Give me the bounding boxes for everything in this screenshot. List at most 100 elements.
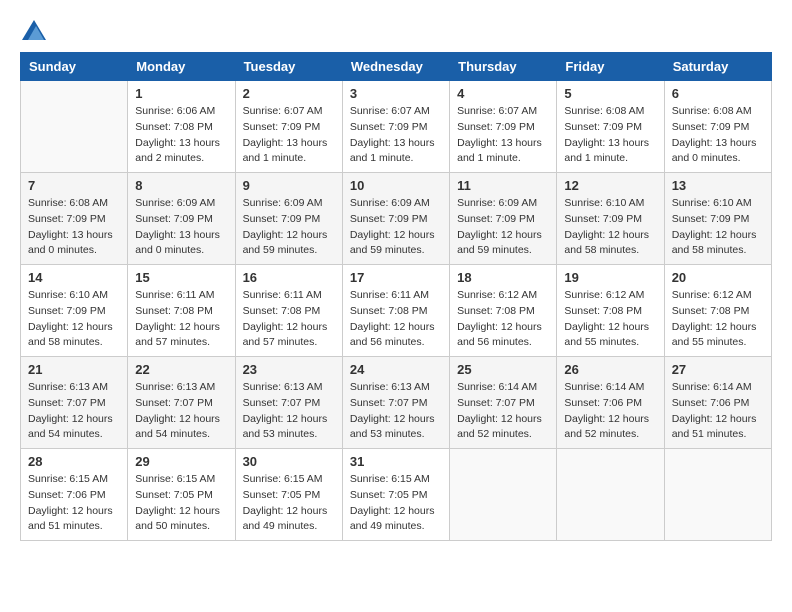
- calendar-day-cell: 9 Sunrise: 6:09 AMSunset: 7:09 PMDaylight…: [235, 173, 342, 265]
- day-info: Sunrise: 6:11 AMSunset: 7:08 PMDaylight:…: [135, 288, 227, 351]
- calendar-day-cell: 11Sunrise: 6:09 AMSunset: 7:09 PMDayligh…: [450, 173, 557, 265]
- calendar-day-cell: 26 Sunrise: 6:14 AMSunset: 7:06 PMDayligh…: [557, 357, 664, 449]
- day-info: Sunrise: 6:11 AMSunset: 7:08 PMDaylight:…: [350, 288, 442, 351]
- day-info: Sunrise: 6:12 AMSunset: 7:08 PMDaylight:…: [672, 288, 764, 351]
- day-number: 17: [350, 270, 442, 285]
- day-info: Sunrise: 6:06 AMSunset: 7:08 PMDaylight:…: [135, 104, 227, 167]
- day-info: Sunrise: 6:13 AMSunset: 7:07 PMDaylight:…: [350, 380, 442, 443]
- day-number: 1: [135, 86, 227, 101]
- calendar-day-cell: 23 Sunrise: 6:13 AMSunset: 7:07 PMDayligh…: [235, 357, 342, 449]
- calendar-day-cell: [21, 81, 128, 173]
- day-info: Sunrise: 6:11 AMSunset: 7:08 PMDaylight:…: [243, 288, 335, 351]
- calendar-day-cell: [450, 449, 557, 541]
- day-number: 29: [135, 454, 227, 469]
- calendar-day-cell: 13 Sunrise: 6:10 AMSunset: 7:09 PMDayligh…: [664, 173, 771, 265]
- day-number: 30: [243, 454, 335, 469]
- calendar-day-cell: 22Sunrise: 6:13 AMSunset: 7:07 PMDayligh…: [128, 357, 235, 449]
- day-of-week-header: Monday: [128, 53, 235, 81]
- calendar-week-row: 7Sunrise: 6:08 AMSunset: 7:09 PMDaylight…: [21, 173, 772, 265]
- day-number: 12: [564, 178, 656, 193]
- day-number: 3: [350, 86, 442, 101]
- day-number: 26: [564, 362, 656, 377]
- day-info: Sunrise: 6:09 AMSunset: 7:09 PMDaylight:…: [457, 196, 549, 259]
- calendar-day-cell: [557, 449, 664, 541]
- day-info: Sunrise: 6:14 AMSunset: 7:06 PMDaylight:…: [564, 380, 656, 443]
- day-info: Sunrise: 6:15 AMSunset: 7:05 PMDaylight:…: [135, 472, 227, 535]
- day-number: 8: [135, 178, 227, 193]
- day-of-week-header: Wednesday: [342, 53, 449, 81]
- day-info: Sunrise: 6:14 AMSunset: 7:07 PMDaylight:…: [457, 380, 549, 443]
- calendar-day-cell: 17 Sunrise: 6:11 AMSunset: 7:08 PMDayligh…: [342, 265, 449, 357]
- calendar-week-row: 14 Sunrise: 6:10 AMSunset: 7:09 PMDayligh…: [21, 265, 772, 357]
- day-number: 23: [243, 362, 335, 377]
- day-info: Sunrise: 6:15 AMSunset: 7:05 PMDaylight:…: [243, 472, 335, 535]
- day-info: Sunrise: 6:15 AMSunset: 7:05 PMDaylight:…: [350, 472, 442, 535]
- day-of-week-header: Thursday: [450, 53, 557, 81]
- calendar-day-cell: 7Sunrise: 6:08 AMSunset: 7:09 PMDaylight…: [21, 173, 128, 265]
- day-number: 13: [672, 178, 764, 193]
- day-info: Sunrise: 6:09 AMSunset: 7:09 PMDaylight:…: [135, 196, 227, 259]
- day-number: 21: [28, 362, 120, 377]
- calendar-day-cell: 25 Sunrise: 6:14 AMSunset: 7:07 PMDayligh…: [450, 357, 557, 449]
- day-number: 14: [28, 270, 120, 285]
- day-info: Sunrise: 6:10 AMSunset: 7:09 PMDaylight:…: [672, 196, 764, 259]
- calendar-day-cell: 5Sunrise: 6:08 AMSunset: 7:09 PMDaylight…: [557, 81, 664, 173]
- day-info: Sunrise: 6:08 AMSunset: 7:09 PMDaylight:…: [564, 104, 656, 167]
- calendar-day-cell: 29 Sunrise: 6:15 AMSunset: 7:05 PMDayligh…: [128, 449, 235, 541]
- day-info: Sunrise: 6:15 AMSunset: 7:06 PMDaylight:…: [28, 472, 120, 535]
- day-number: 31: [350, 454, 442, 469]
- day-info: Sunrise: 6:07 AMSunset: 7:09 PMDaylight:…: [457, 104, 549, 167]
- calendar-day-cell: 1 Sunrise: 6:06 AMSunset: 7:08 PMDaylight…: [128, 81, 235, 173]
- logo: [20, 20, 48, 36]
- calendar-day-cell: 30 Sunrise: 6:15 AMSunset: 7:05 PMDayligh…: [235, 449, 342, 541]
- calendar-day-cell: 31 Sunrise: 6:15 AMSunset: 7:05 PMDayligh…: [342, 449, 449, 541]
- day-number: 22: [135, 362, 227, 377]
- day-info: Sunrise: 6:10 AMSunset: 7:09 PMDaylight:…: [28, 288, 120, 351]
- calendar-day-cell: 15 Sunrise: 6:11 AMSunset: 7:08 PMDayligh…: [128, 265, 235, 357]
- day-info: Sunrise: 6:13 AMSunset: 7:07 PMDaylight:…: [243, 380, 335, 443]
- calendar-day-cell: [664, 449, 771, 541]
- day-number: 19: [564, 270, 656, 285]
- day-info: Sunrise: 6:13 AMSunset: 7:07 PMDaylight:…: [28, 380, 120, 443]
- day-info: Sunrise: 6:12 AMSunset: 7:08 PMDaylight:…: [564, 288, 656, 351]
- calendar-day-cell: 20 Sunrise: 6:12 AMSunset: 7:08 PMDayligh…: [664, 265, 771, 357]
- day-number: 9: [243, 178, 335, 193]
- calendar-day-cell: 2 Sunrise: 6:07 AMSunset: 7:09 PMDaylight…: [235, 81, 342, 173]
- day-info: Sunrise: 6:07 AMSunset: 7:09 PMDaylight:…: [243, 104, 335, 167]
- day-number: 25: [457, 362, 549, 377]
- day-number: 10: [350, 178, 442, 193]
- logo-icon: [22, 20, 46, 40]
- page-header: [20, 20, 772, 36]
- calendar-day-cell: 24 Sunrise: 6:13 AMSunset: 7:07 PMDayligh…: [342, 357, 449, 449]
- day-info: Sunrise: 6:07 AMSunset: 7:09 PMDaylight:…: [350, 104, 442, 167]
- calendar-day-cell: 18Sunrise: 6:12 AMSunset: 7:08 PMDayligh…: [450, 265, 557, 357]
- day-number: 6: [672, 86, 764, 101]
- day-info: Sunrise: 6:09 AMSunset: 7:09 PMDaylight:…: [350, 196, 442, 259]
- day-number: 16: [243, 270, 335, 285]
- day-number: 2: [243, 86, 335, 101]
- calendar-day-cell: 6 Sunrise: 6:08 AMSunset: 7:09 PMDaylight…: [664, 81, 771, 173]
- calendar-day-cell: 28Sunrise: 6:15 AMSunset: 7:06 PMDayligh…: [21, 449, 128, 541]
- day-number: 7: [28, 178, 120, 193]
- day-number: 4: [457, 86, 549, 101]
- day-of-week-header: Saturday: [664, 53, 771, 81]
- calendar-day-cell: 4 Sunrise: 6:07 AMSunset: 7:09 PMDaylight…: [450, 81, 557, 173]
- calendar-week-row: 21 Sunrise: 6:13 AMSunset: 7:07 PMDayligh…: [21, 357, 772, 449]
- calendar-week-row: 28Sunrise: 6:15 AMSunset: 7:06 PMDayligh…: [21, 449, 772, 541]
- day-number: 27: [672, 362, 764, 377]
- calendar-day-cell: 3 Sunrise: 6:07 AMSunset: 7:09 PMDaylight…: [342, 81, 449, 173]
- day-number: 15: [135, 270, 227, 285]
- calendar-day-cell: 10 Sunrise: 6:09 AMSunset: 7:09 PMDayligh…: [342, 173, 449, 265]
- day-number: 24: [350, 362, 442, 377]
- calendar-day-cell: 14 Sunrise: 6:10 AMSunset: 7:09 PMDayligh…: [21, 265, 128, 357]
- day-info: Sunrise: 6:09 AMSunset: 7:09 PMDaylight:…: [243, 196, 335, 259]
- day-info: Sunrise: 6:08 AMSunset: 7:09 PMDaylight:…: [672, 104, 764, 167]
- day-info: Sunrise: 6:12 AMSunset: 7:08 PMDaylight:…: [457, 288, 549, 351]
- calendar-table: SundayMondayTuesdayWednesdayThursdayFrid…: [20, 52, 772, 541]
- calendar-week-row: 1 Sunrise: 6:06 AMSunset: 7:08 PMDaylight…: [21, 81, 772, 173]
- day-of-week-header: Friday: [557, 53, 664, 81]
- day-info: Sunrise: 6:14 AMSunset: 7:06 PMDaylight:…: [672, 380, 764, 443]
- calendar-day-cell: 21 Sunrise: 6:13 AMSunset: 7:07 PMDayligh…: [21, 357, 128, 449]
- calendar-day-cell: 19 Sunrise: 6:12 AMSunset: 7:08 PMDayligh…: [557, 265, 664, 357]
- day-number: 20: [672, 270, 764, 285]
